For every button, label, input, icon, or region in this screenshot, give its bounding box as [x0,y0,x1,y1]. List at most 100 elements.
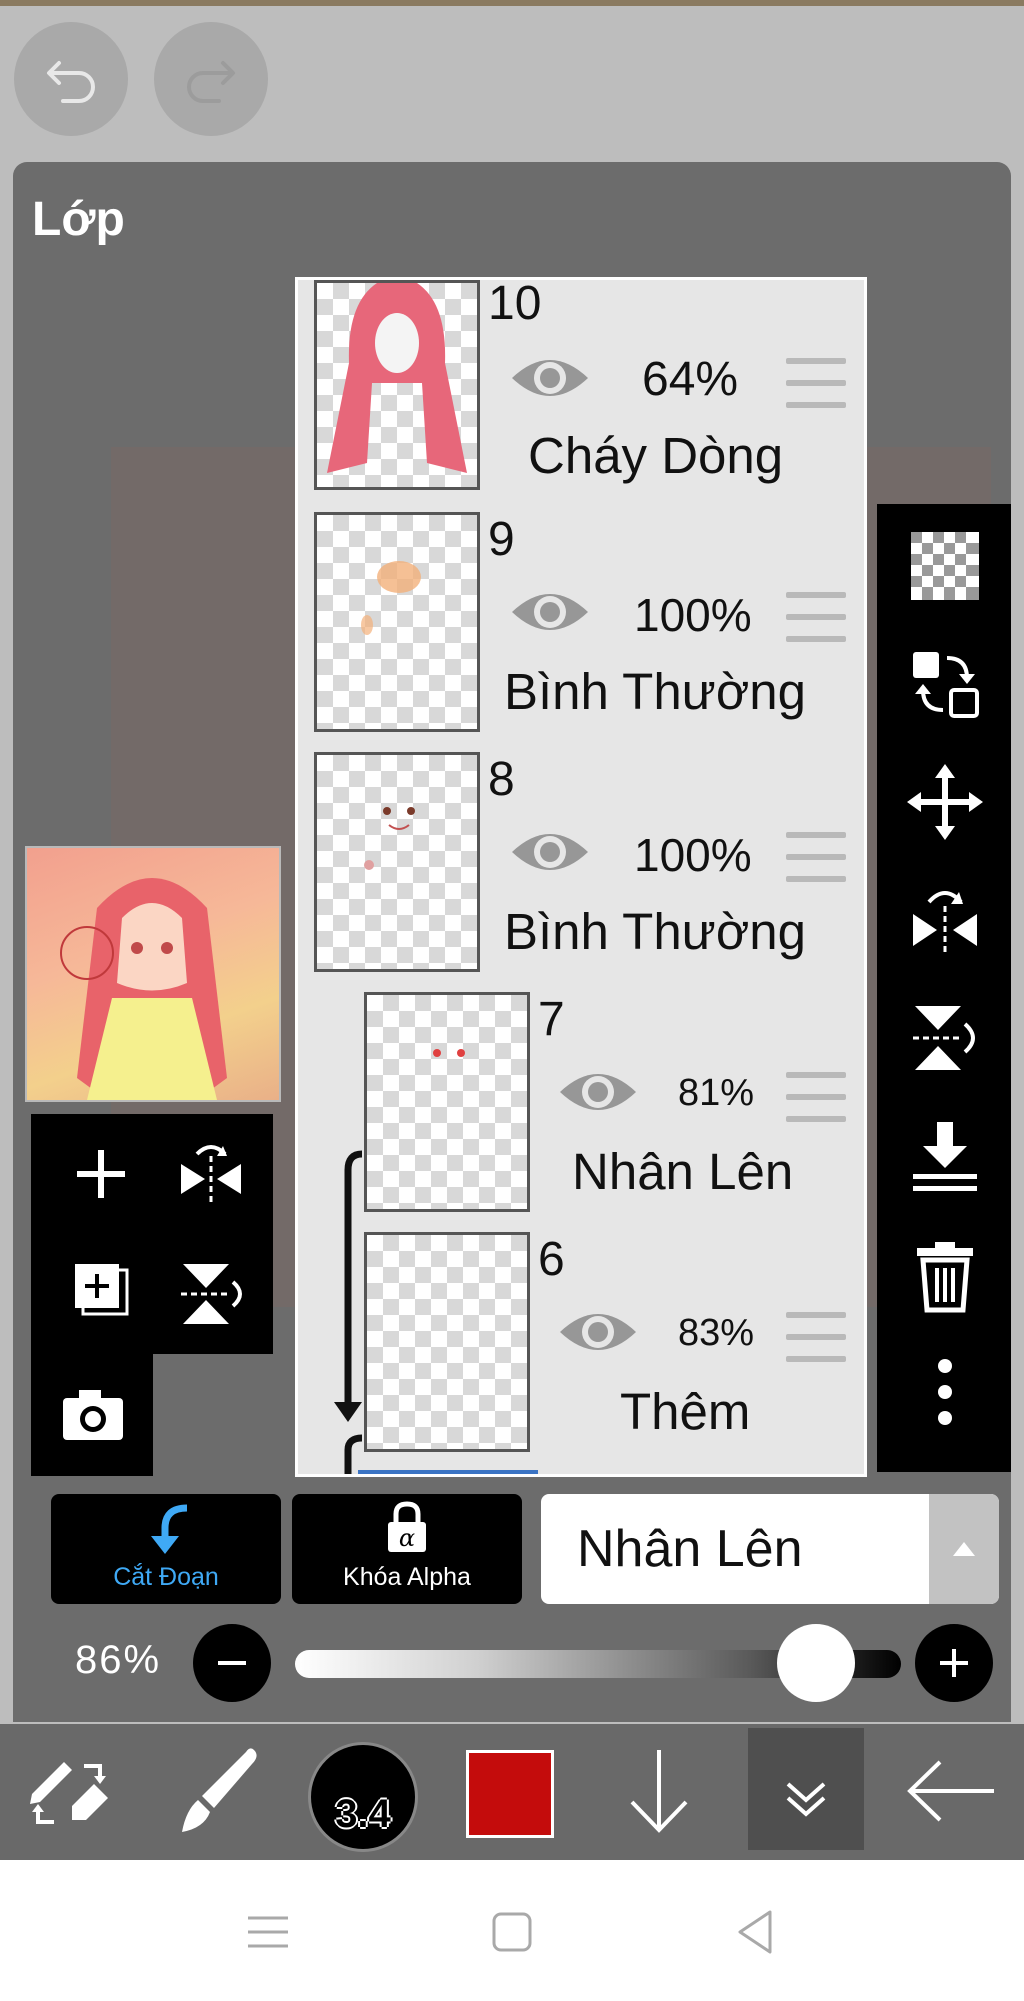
camera-button[interactable] [53,1374,133,1454]
plus-icon [77,1150,125,1198]
blend-mode-dropdown-toggle[interactable] [929,1494,999,1604]
canvas-tools [31,1114,273,1354]
menu-icon[interactable] [240,1904,296,1960]
color-swatch[interactable] [466,1750,554,1838]
visibility-eye-icon[interactable] [508,584,592,640]
brush-size-button[interactable]: 3.4 [308,1742,418,1852]
layer-list[interactable]: 10 64% Cháy Dòng 9 100% Bình Thường 8 10… [295,277,867,1477]
drag-handle-icon[interactable] [786,832,846,898]
visibility-eye-icon[interactable] [508,350,592,406]
layer-artwork [433,1049,465,1057]
visibility-eye-icon[interactable] [556,1304,640,1360]
layer-tools-column [877,504,1011,1472]
blend-mode-value: Nhân Lên [577,1520,803,1578]
chevrons-down-icon [786,1782,826,1817]
brush-size-value: 3.4 [335,1792,391,1836]
add-layer-icon [75,1264,129,1316]
selection-tool-button[interactable] [14,1736,124,1846]
flip-horizontal-layer-button[interactable] [905,880,985,960]
drag-handle-icon[interactable] [786,1312,846,1378]
clipping-button[interactable]: Cắt Đoạn [51,1494,281,1604]
scroll-indicator [358,1470,538,1474]
layer-row[interactable]: 10 64% Cháy Dòng [298,280,864,523]
delete-layer-button[interactable] [905,1234,985,1314]
layer-opacity-slider-thumb[interactable] [777,1624,856,1702]
artwork-thumbnail [60,878,227,1100]
layer-blend-mode: Bình Thường [504,903,806,960]
layer-artwork [364,807,415,870]
merge-down-button[interactable] [905,1116,985,1196]
flip-horizontal-icon [913,891,977,956]
layer-thumbnail [364,1232,530,1452]
home-icon[interactable] [484,1904,540,1960]
alpha-lock-button[interactable]: α Khóa Alpha [292,1494,522,1604]
add-layer-copy-button[interactable] [61,1254,141,1334]
move-button[interactable] [905,762,985,842]
swap-layers-button[interactable] [905,644,985,724]
trash-icon [917,1242,973,1313]
layer-row[interactable]: 8 100% Bình Thường [298,742,864,985]
flip-vertical-icon [181,1264,242,1324]
layer-thumbnail [314,752,480,972]
layer-blend-mode: Thêm [620,1383,751,1440]
layer-opacity: 83% [678,1312,755,1354]
layer-opacity-label: 86% [75,1638,162,1682]
layer-number: 8 [488,753,515,806]
layer-thumbnail [314,512,480,732]
brush-icon [182,1748,257,1832]
blend-mode-select[interactable]: Nhân Lên [541,1494,999,1604]
add-layer-button[interactable] [61,1134,141,1214]
alpha-lock-label: Khóa Alpha [343,1563,471,1591]
system-navigation-bar [0,1860,1024,2001]
arrow-down-icon [630,1750,688,1833]
clipping-label: Cắt Đoạn [113,1563,219,1591]
layer-opacity: 81% [678,1072,755,1114]
layer-blend-mode: Cháy Dòng [528,427,784,484]
flip-vertical-layer-button[interactable] [905,998,985,1078]
more-options-button[interactable] [905,1352,985,1432]
drag-handle-icon[interactable] [786,358,846,424]
panel-title: Lớp [32,193,125,246]
drag-handle-icon[interactable] [786,1072,846,1138]
transparency-button[interactable] [905,526,985,606]
opacity-increase-button[interactable] [915,1624,993,1702]
layer-blend-mode: Bình Thường [504,663,806,720]
redo-icon [187,61,235,103]
undo-button[interactable] [14,22,128,136]
merge-down-icon [913,1122,977,1191]
visibility-eye-icon[interactable] [556,1064,640,1120]
drag-handle-icon[interactable] [786,592,846,658]
undo-icon [47,61,95,103]
minus-icon [218,1661,246,1665]
svg-text:α: α [399,1524,415,1552]
layer-artwork [327,283,467,473]
visibility-eye-icon[interactable] [508,824,592,880]
checkerboard-icon [911,532,979,600]
flip-vertical-icon [913,1006,975,1070]
brush-tool-button[interactable] [164,1736,274,1846]
redo-button[interactable] [154,22,268,136]
layer-row[interactable]: 7 81% Nhân Lên [298,982,864,1225]
plus-icon [940,1649,968,1677]
layer-row[interactable]: 9 100% Bình Thường [298,502,864,745]
flip-horizontal-button[interactable] [171,1134,251,1214]
opacity-decrease-button[interactable] [193,1624,271,1702]
canvas-tools-extra [31,1354,153,1476]
canvas-preview[interactable] [25,846,281,1102]
layer-number: 6 [538,1233,565,1286]
layer-blend-mode: Nhân Lên [572,1143,794,1200]
layer-thumbnail [364,992,530,1212]
layer-opacity: 100% [634,829,752,881]
layer-number: 10 [488,277,542,330]
back-button[interactable] [898,1736,1008,1846]
layer-row[interactable]: 6 83% Thêm [298,1222,864,1462]
move-icon [907,764,983,840]
flip-horizontal-icon [181,1145,241,1204]
collapse-panel-button[interactable] [748,1728,864,1850]
back-triangle-icon[interactable] [728,1904,784,1960]
status-strip [0,0,1024,6]
layer-down-button[interactable] [604,1736,714,1846]
layer-number: 7 [538,993,565,1046]
flip-vertical-button[interactable] [171,1254,251,1334]
layer-opacity: 64% [642,353,739,406]
